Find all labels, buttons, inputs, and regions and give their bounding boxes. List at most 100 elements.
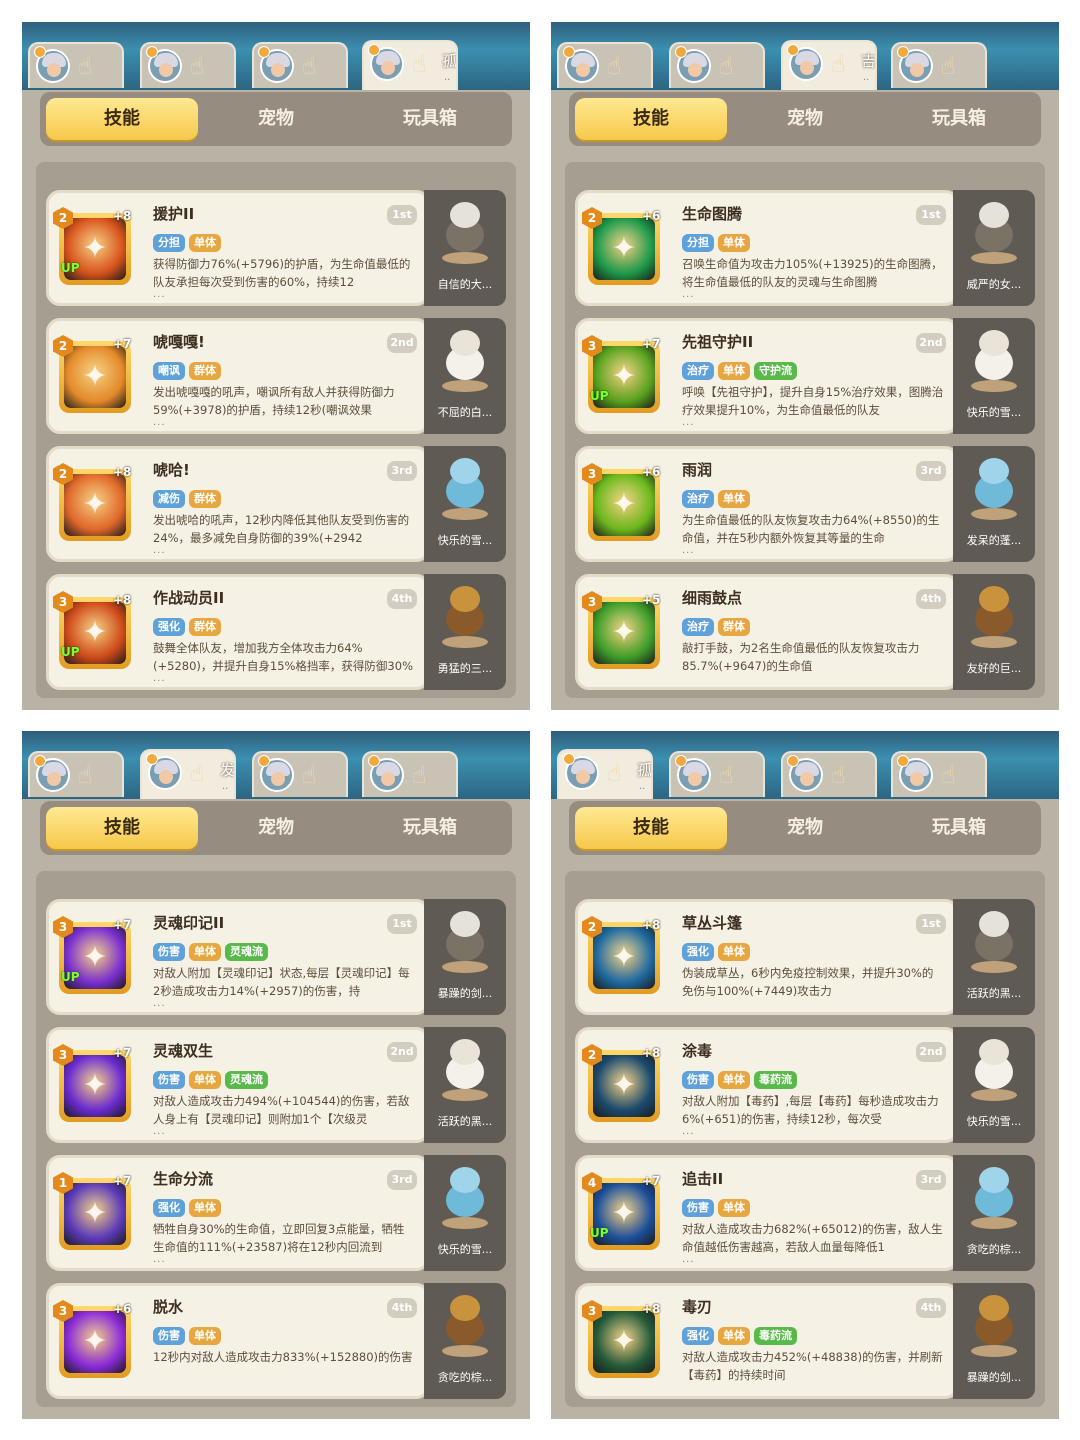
- more-ellipsis: ...: [682, 417, 695, 428]
- pet-name: 自信的大...: [437, 278, 493, 291]
- skill-description: 对敌人附加【灵魂印记】状态,每层【灵魂印记】每2秒造成攻击力14%(+2957)…: [153, 966, 410, 998]
- skill-card[interactable]: ✦ 2 +7 唬嘎嘎! 2nd 嘲讽 群体 发出唬嘎嘎的吼声，嘲讽所有敌人并获得防…: [46, 318, 430, 434]
- character-name: 吉星高.: [861, 52, 877, 70]
- pet-slot[interactable]: 贪吃的棕...: [953, 1155, 1035, 1271]
- tab-skills[interactable]: 技能: [575, 807, 727, 849]
- rank-badge-icon: [258, 755, 270, 767]
- skill-card[interactable]: ✦ 4 +7 UP 追击II 3rd 伤害 单体 对敌人造成攻击力682%(+65…: [575, 1155, 959, 1271]
- rank-badge-icon: [675, 755, 687, 767]
- skill-tag: 群体: [189, 490, 221, 508]
- skill-card[interactable]: ✦ 2 +8 UP 援护II 1st 分担 单体 获得防御力76%(+5796)的…: [46, 190, 430, 306]
- character-tab[interactable]: ☝: [891, 751, 987, 797]
- pet-slot[interactable]: 活跃的黑...: [953, 899, 1035, 1015]
- upgrade-indicator: UP: [61, 261, 80, 275]
- skill-tag: 强化: [682, 1327, 714, 1345]
- upgrade-indicator: UP: [590, 1226, 609, 1240]
- skill-tag: 单体: [718, 1071, 750, 1089]
- pet-slot[interactable]: 友好的巨...: [953, 574, 1035, 690]
- character-tab[interactable]: ☝: [28, 42, 124, 88]
- pet-slot[interactable]: 快乐的雪...: [953, 1027, 1035, 1143]
- skill-order-badge: 3rd: [916, 461, 946, 481]
- hand-pointer-icon: ☝: [719, 52, 734, 80]
- tab-pets[interactable]: 宠物: [200, 807, 352, 849]
- skill-name: 涂毒: [682, 1042, 713, 1060]
- tab-pets[interactable]: 宠物: [729, 807, 881, 849]
- skill-tag: 伤害: [682, 1071, 714, 1089]
- pet-slot[interactable]: 活跃的黑...: [424, 1027, 506, 1143]
- pet-slot[interactable]: 暴躁的剑...: [953, 1283, 1035, 1399]
- skill-card[interactable]: ✦ 2 +8 涂毒 2nd 伤害 单体 毒药流 对敌人附加【毒药】,每层【毒药】每秒…: [575, 1027, 959, 1143]
- pet-slot[interactable]: 自信的大...: [424, 190, 506, 306]
- character-tab[interactable]: ☝ 发财发. ..: [140, 749, 236, 799]
- skill-tag: 强化: [153, 618, 185, 636]
- character-tab[interactable]: ☝ 孤独终. ..: [557, 749, 653, 799]
- skill-card[interactable]: ✦ 2 +8 草丛斗篷 1st 强化 单体 伪装成草丛，6秒内免疫控制效果，并提升…: [575, 899, 959, 1015]
- pet-slot[interactable]: 发呆的蓬...: [953, 446, 1035, 562]
- skill-tags: 强化 单体: [153, 1196, 225, 1217]
- pet-slot[interactable]: 快乐的雪...: [953, 318, 1035, 434]
- character-subtext: ..: [222, 781, 229, 792]
- hand-pointer-icon: ☝: [831, 50, 846, 78]
- skill-card[interactable]: ✦ 2 +6 生命图腾 1st 分担 单体 召唤生命值为攻击力105%(+1392…: [575, 190, 959, 306]
- character-tab[interactable]: ☝: [252, 751, 348, 797]
- skill-tag: 伤害: [682, 1199, 714, 1217]
- tab-skills[interactable]: 技能: [46, 98, 198, 140]
- character-tab[interactable]: ☝: [362, 751, 458, 797]
- skill-description: 呼唤【先祖守护】，提升自身15%治疗效果，图腾治疗效果提升10%，为生命值最低的…: [682, 385, 944, 417]
- pet-slot[interactable]: 贪吃的棕...: [424, 1283, 506, 1399]
- skill-description: 对敌人附加【毒药】,每层【毒药】每秒造成攻击力6%(+651)的伤害，持续12秒…: [682, 1094, 939, 1126]
- skill-tags: 治疗 单体: [682, 487, 754, 508]
- character-tab[interactable]: ☝: [669, 42, 765, 88]
- skill-description: 获得防御力76%(+5796)的护盾，为生命值最低的队友承担每次受到伤害的60%…: [153, 257, 411, 289]
- skill-card[interactable]: ✦ 2 +8 唬哈! 3rd 减伤 群体 发出唬哈的吼声，12秒内降低其他队友受到…: [46, 446, 430, 562]
- character-tab[interactable]: ☝: [669, 751, 765, 797]
- tab-pets[interactable]: 宠物: [729, 98, 881, 140]
- character-tab[interactable]: ☝: [252, 42, 348, 88]
- tab-toybox[interactable]: 玩具箱: [354, 98, 506, 140]
- skill-card[interactable]: ✦ 3 +7 UP 灵魂印记II 1st 伤害 单体 灵魂流 对敌人附加【灵魂印记】…: [46, 899, 430, 1015]
- skill-tag: 单体: [189, 1199, 221, 1217]
- character-tab[interactable]: ☝: [140, 42, 236, 88]
- rank-badge-icon: [368, 44, 380, 56]
- pet-slot[interactable]: 不屈的白...: [424, 318, 506, 434]
- tab-toybox[interactable]: 玩具箱: [883, 807, 1035, 849]
- skill-card[interactable]: ✦ 3 +7 UP 先祖守护II 2nd 治疗 单体 守护流 呼唤【先祖守护】，提升…: [575, 318, 959, 434]
- character-tab[interactable]: ☝ 孤影足. ..: [362, 40, 458, 90]
- pet-slot[interactable]: 快乐的雪...: [424, 1155, 506, 1271]
- skill-card[interactable]: ✦ 3 +8 UP 作战动员II 4th 强化 群体 鼓舞全体队友，增加我方全体攻…: [46, 574, 430, 690]
- pet-name: 快乐的雪...: [437, 534, 493, 547]
- pet-slot[interactable]: 威严的女...: [953, 190, 1035, 306]
- pet-slot[interactable]: 勇猛的三...: [424, 574, 506, 690]
- tab-toybox[interactable]: 玩具箱: [883, 98, 1035, 140]
- skill-tags: 伤害 单体 灵魂流: [153, 1068, 272, 1089]
- skill-card[interactable]: ✦ 1 +7 生命分流 3rd 强化 单体 牺牲自身30%的生命值，立即回复3点能…: [46, 1155, 430, 1271]
- tab-skills[interactable]: 技能: [46, 807, 198, 849]
- character-tab[interactable]: ☝: [891, 42, 987, 88]
- skill-card[interactable]: ✦ 3 +5 细雨鼓点 4th 治疗 群体 敲打手鼓，为2名生命值最低的队友恢复攻…: [575, 574, 959, 690]
- character-tab[interactable]: ☝ 吉星高. ..: [781, 40, 877, 90]
- pet-slot[interactable]: 快乐的雪...: [424, 446, 506, 562]
- skill-glyph-icon: ✦: [611, 1324, 637, 1359]
- rank-badge-icon: [258, 46, 270, 58]
- more-ellipsis: ...: [153, 289, 166, 300]
- character-tab[interactable]: ☝: [28, 751, 124, 797]
- pet-figure: [440, 456, 490, 522]
- skill-tag: 单体: [718, 234, 750, 252]
- skill-order-badge: 4th: [916, 589, 946, 609]
- pet-slot[interactable]: 暴躁的剑...: [424, 899, 506, 1015]
- skill-card[interactable]: ✦ 3 +8 毒刃 4th 强化 单体 毒药流 对敌人造成攻击力452%(+4883…: [575, 1283, 959, 1399]
- tab-toybox[interactable]: 玩具箱: [354, 807, 506, 849]
- skill-card[interactable]: ✦ 3 +6 雨润 3rd 治疗 单体 为生命值最低的队友恢复攻击力64%(+85…: [575, 446, 959, 562]
- character-subtext: ..: [863, 72, 870, 83]
- tab-pets[interactable]: 宠物: [200, 98, 352, 140]
- rank-badge-icon: [675, 46, 687, 58]
- character-tab[interactable]: ☝: [557, 42, 653, 88]
- tab-skills[interactable]: 技能: [575, 98, 727, 140]
- skill-card[interactable]: ✦ 3 +7 灵魂双生 2nd 伤害 单体 灵魂流 对敌人造成攻击力494%(+10…: [46, 1027, 430, 1143]
- character-tab[interactable]: ☝: [781, 751, 877, 797]
- skill-card[interactable]: ✦ 3 +6 脱水 4th 伤害 单体 12秒内对敌人造成攻击力833%(+152…: [46, 1283, 430, 1399]
- skill-tags: 治疗 单体 守护流: [682, 359, 801, 380]
- skill-name: 细雨鼓点: [682, 589, 743, 607]
- skill-panel-1: ☝ ☝ ☝ ☝ 孤影足. .. 技能 宠物 玩具箱: [22, 22, 530, 710]
- skill-description: 发出唬哈的吼声，12秒内降低其他队友受到伤害的24%，最多减免自身防御的39%(…: [153, 513, 410, 545]
